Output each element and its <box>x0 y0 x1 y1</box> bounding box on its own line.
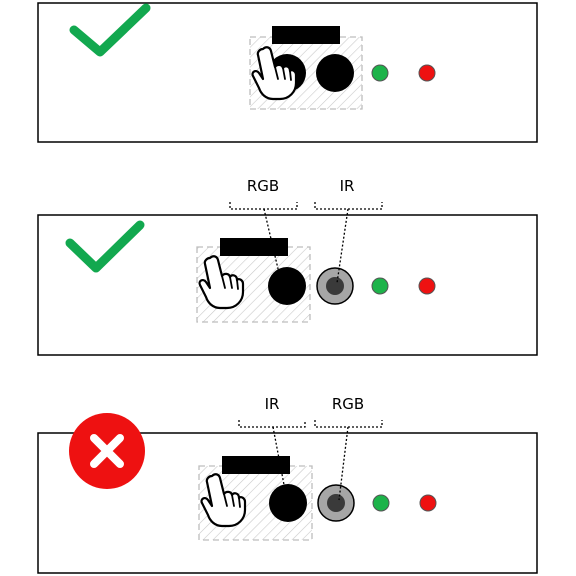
green-led <box>371 277 389 295</box>
finger-bar <box>272 26 340 44</box>
red-led <box>418 64 436 82</box>
label-bracket <box>229 202 298 210</box>
panel-2: RGB IR <box>37 177 538 356</box>
sensor-circle <box>316 54 354 92</box>
red-led <box>419 494 437 512</box>
red-led <box>418 277 436 295</box>
green-led <box>371 64 389 82</box>
label-bracket <box>314 202 383 210</box>
finger-bar <box>220 238 288 256</box>
rgb-sensor <box>269 484 307 522</box>
finger-bar <box>222 456 290 474</box>
label-rgb: RGB <box>332 395 364 413</box>
label-bracket <box>314 420 383 428</box>
ir-sensor-core <box>327 494 345 512</box>
rgb-sensor <box>268 267 306 305</box>
panel-3: IR RGB <box>37 395 538 574</box>
panel-1 <box>37 2 538 143</box>
ir-sensor-core <box>326 277 344 295</box>
green-led <box>372 494 390 512</box>
label-bracket <box>238 420 306 428</box>
label-rgb: RGB <box>247 177 279 195</box>
diagram: RGB IR IR RGB <box>37 2 538 574</box>
label-ir: IR <box>265 395 280 413</box>
label-ir: IR <box>340 177 355 195</box>
